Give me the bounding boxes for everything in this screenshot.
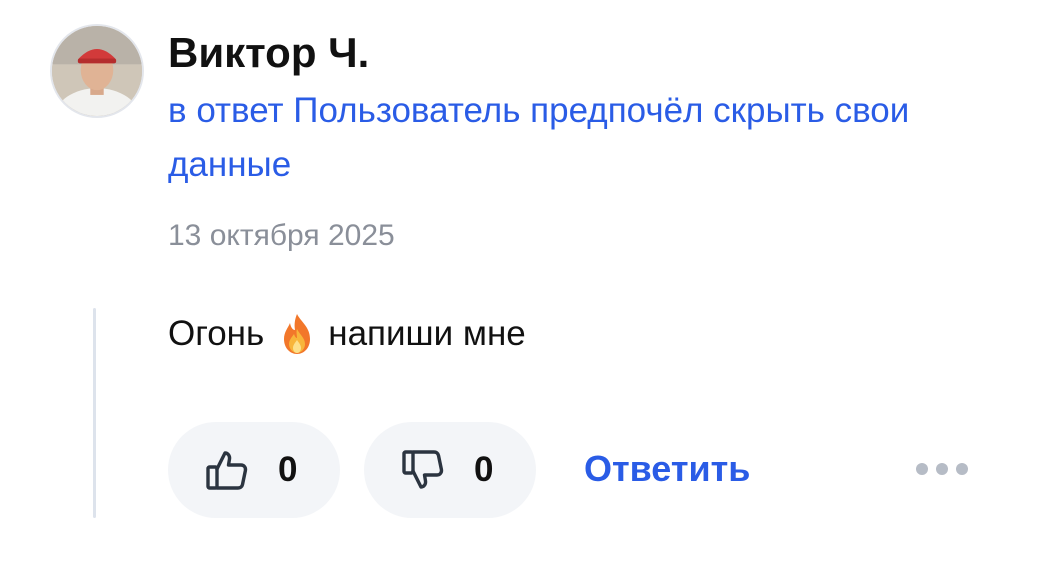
more-dots-icon[interactable]	[908, 448, 976, 490]
comment-text-start: Огонь	[168, 314, 265, 353]
avatar[interactable]	[50, 24, 144, 118]
dot	[936, 463, 948, 475]
thumbs-up-icon	[204, 447, 250, 493]
dislike-button[interactable]: 0	[364, 422, 536, 518]
like-button[interactable]: 0	[168, 422, 340, 518]
like-count: 0	[278, 450, 298, 489]
fire-emoji-icon	[276, 312, 318, 356]
thread-line	[93, 308, 96, 518]
reply-button[interactable]: Ответить	[584, 444, 750, 494]
comment-date: 13 октября 2025	[168, 219, 395, 252]
comment-text: Огонь напиши мне	[168, 309, 526, 359]
dot	[956, 463, 968, 475]
reply-to-link[interactable]: в ответ Пользователь предпочёл скрыть св…	[168, 84, 1008, 192]
thumbs-down-icon	[400, 447, 446, 493]
dislike-count: 0	[474, 450, 494, 489]
dot	[916, 463, 928, 475]
author-name[interactable]: Виктор Ч.	[168, 26, 369, 80]
avatar-photo	[52, 26, 142, 116]
comment-text-end: напиши мне	[328, 314, 526, 353]
